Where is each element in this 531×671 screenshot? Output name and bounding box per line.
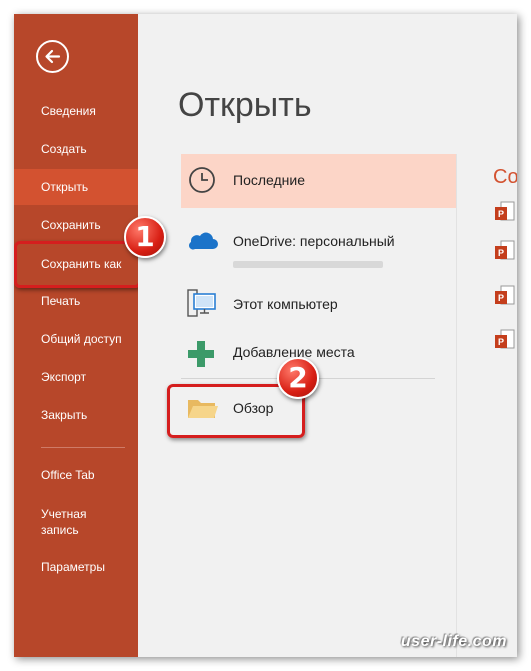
- sidebar-item-export[interactable]: Экспорт: [14, 359, 138, 395]
- place-onedrive[interactable]: OneDrive: персональный: [181, 221, 456, 271]
- clock-icon: [187, 165, 217, 200]
- place-this-pc[interactable]: Этот компьютер: [181, 282, 456, 332]
- computer-icon: [187, 288, 217, 323]
- pptx-file-icon[interactable]: P: [495, 201, 515, 225]
- step-badge-1: 1: [124, 216, 166, 258]
- watermark: user-life.com: [400, 633, 507, 650]
- place-label: Этот компьютер: [233, 296, 338, 312]
- place-label: Последние: [233, 172, 306, 188]
- arrow-left-icon: [45, 49, 61, 64]
- svg-text:P: P: [498, 293, 504, 303]
- backstage-sidebar: Сведения Создать Открыть Сохранить Сохра…: [14, 14, 138, 657]
- sidebar-item-share[interactable]: Общий доступ: [14, 321, 138, 357]
- sidebar-item-account[interactable]: Учетная запись: [14, 504, 114, 544]
- pptx-file-icon[interactable]: P: [495, 285, 515, 309]
- backstage-window: Сведения Создать Открыть Сохранить Сохра…: [14, 14, 517, 657]
- open-panel: Открыть Последние OneDrive: персональный: [138, 14, 517, 657]
- sidebar-item-open[interactable]: Открыть: [14, 169, 138, 205]
- save-as-annotation-frame: [14, 241, 141, 288]
- cloud-icon: [187, 229, 219, 256]
- pptx-file-icon[interactable]: P: [495, 329, 515, 353]
- sidebar-item-print[interactable]: Печать: [14, 283, 138, 319]
- sidebar-item-info[interactable]: Сведения: [14, 93, 138, 129]
- column-divider: [456, 154, 457, 657]
- sidebar-item-options[interactable]: Параметры: [14, 549, 138, 585]
- sidebar-divider: [41, 447, 125, 448]
- back-button[interactable]: [36, 40, 69, 73]
- svg-text:P: P: [498, 209, 504, 219]
- recent-presentations-header: Со: [493, 166, 517, 188]
- svg-text:P: P: [498, 337, 504, 347]
- sidebar-item-close[interactable]: Закрыть: [14, 397, 138, 433]
- sidebar-item-save[interactable]: Сохранить: [14, 207, 138, 243]
- place-label: OneDrive: персональный: [233, 233, 395, 249]
- svg-text:P: P: [498, 248, 504, 258]
- sidebar-item-new[interactable]: Создать: [14, 131, 138, 167]
- page-title: Открыть: [178, 86, 312, 124]
- account-email-blurred: [233, 261, 383, 268]
- plus-icon: [187, 340, 215, 373]
- sidebar-item-office-tab[interactable]: Office Tab: [14, 457, 138, 493]
- step-badge-2: 2: [277, 357, 319, 399]
- pptx-file-icon[interactable]: P: [495, 240, 515, 264]
- place-recent[interactable]: Последние: [181, 154, 456, 208]
